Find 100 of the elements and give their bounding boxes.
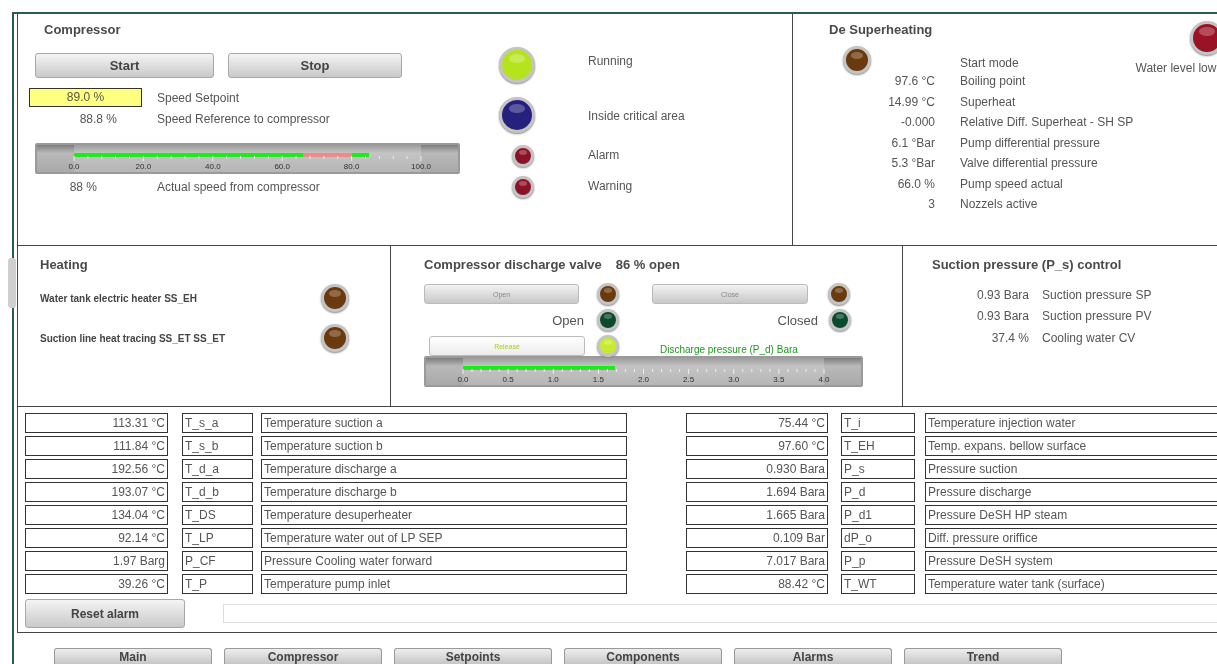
value-cell: 0.109 Bar <box>686 528 828 548</box>
tick-label: 0.5 <box>502 375 514 384</box>
reading-label: Pump differential pressure <box>960 135 1100 150</box>
indicator-label: Running <box>588 54 633 68</box>
reading-value: 6.1 °Bar <box>890 135 935 150</box>
tick-label: 80.0 <box>343 162 360 171</box>
message-field[interactable] <box>223 604 1217 623</box>
gauge-label: Discharge pressure (P_d) Bara <box>660 343 798 355</box>
tick-label: 2.5 <box>683 375 695 384</box>
tag-cell: P_d <box>841 482 915 502</box>
value-cell: 192.56 °C <box>25 459 168 479</box>
description-cell: Diff. pressure oriffice <box>925 528 1217 548</box>
description-cell: Temperature pump inlet <box>261 574 627 594</box>
section-title: Compressor <box>44 22 122 37</box>
reading-value: 3 <box>927 197 935 212</box>
state-label: Open <box>551 312 584 328</box>
nav-button[interactable]: Trend <box>904 648 1062 664</box>
description-cell: Pressure suction <box>925 459 1217 479</box>
tick-label: 1.0 <box>547 375 559 384</box>
tag-cell: T_d_a <box>182 459 253 479</box>
tag-cell: T_s_b <box>182 436 253 456</box>
value-cell: 92.14 °C <box>25 528 168 548</box>
tag-cell: T_EH <box>841 436 915 456</box>
tick-label: 2.0 <box>637 375 650 384</box>
tick-label: 0.0 <box>68 162 80 171</box>
reading-value: 14.99 °C <box>887 94 935 109</box>
nav-button[interactable]: Main <box>54 648 212 664</box>
description-cell: Temperature desuperheater <box>261 505 627 525</box>
field-label: Speed Setpoint <box>157 90 240 105</box>
indicator-label: Alarm <box>588 147 620 162</box>
reading-label: Boiling point <box>960 74 1026 89</box>
reading-label: Cooling water CV <box>1042 330 1136 345</box>
section-title: Compressor discharge valve <box>424 257 602 272</box>
nav-button[interactable]: Compressor <box>224 648 382 664</box>
value-cell: 0.930 Bara <box>686 459 828 479</box>
description-cell: Temperature discharge a <box>261 459 627 479</box>
description-cell: Pressure discharge <box>925 482 1217 502</box>
description-cell: Temperature water tank (surface) <box>925 574 1217 594</box>
nav-button[interactable]: Setpoints <box>394 648 552 664</box>
tick-label: 3.0 <box>728 375 740 384</box>
nav-button[interactable]: Components <box>564 648 722 664</box>
reading-value: 88.8 % <box>78 112 117 126</box>
value-cell: 7.017 Bara <box>686 551 828 571</box>
heater-label: Water tank electric heater SS_EH <box>40 292 198 304</box>
tag-cell: P_d1 <box>841 505 915 525</box>
reading-value: 97.6 °C <box>893 74 935 89</box>
description-cell: Pressure DeSH HP steam <box>925 505 1217 525</box>
value-cell: 39.26 °C <box>25 574 168 594</box>
tag-cell: P_p <box>841 551 915 571</box>
tick-label: 40.0 <box>205 162 221 171</box>
description-cell: Temperature suction b <box>261 436 627 456</box>
reading-label: Nozzels active <box>960 197 1038 212</box>
value-cell: 111.84 °C <box>25 436 168 456</box>
reading-label: Valve differential pressure <box>960 156 1098 171</box>
side-handle <box>8 258 16 308</box>
value-cell: 113.31 °C <box>25 413 168 433</box>
start-button[interactable]: Start <box>35 53 214 78</box>
value-cell: 1.97 Barg <box>25 551 168 571</box>
description-cell: Pressure Cooling water forward <box>261 551 627 571</box>
setpoint-field[interactable]: 89.0 % <box>29 88 142 107</box>
description-cell: Temperature water out of LP SEP <box>261 528 627 548</box>
value-cell: 1.665 Bara <box>686 505 828 525</box>
tick-label: 1.5 <box>592 375 604 384</box>
value-cell: 75.44 °C <box>686 413 828 433</box>
reading-label: Relative Diff. Superheat - SH SP <box>960 115 1134 130</box>
reading-value: -0.000 <box>899 115 935 130</box>
indicator-label: Warning <box>588 178 633 193</box>
reading-label: Pump speed actual <box>960 176 1063 191</box>
tag-cell: T_LP <box>182 528 253 548</box>
tag-cell: T_P <box>182 574 253 594</box>
description-cell: Temp. expans. bellow surface <box>925 436 1217 456</box>
reading-label: Superheat <box>960 94 1016 109</box>
tag-cell: P_CF <box>182 551 253 571</box>
nav-button[interactable]: Alarms <box>734 648 892 664</box>
reading-label: Suction pressure PV <box>1042 309 1152 324</box>
value-cell: 97.60 °C <box>686 436 828 456</box>
indicator-label: Start mode <box>960 55 1019 70</box>
indicator-label: Water level low <box>1135 60 1217 75</box>
tag-cell: T_d_b <box>182 482 253 502</box>
tag-cell: T_DS <box>182 505 253 525</box>
reading-value: 5.3 °Bar <box>890 156 935 171</box>
tag-cell: T_i <box>841 413 915 433</box>
tag-cell: T_WT <box>841 574 915 594</box>
reset-alarm-button[interactable]: Reset alarm <box>25 599 185 628</box>
reading-value: 66.0 % <box>896 176 935 191</box>
gauge-scale-icon <box>463 369 824 375</box>
description-cell: Temperature discharge b <box>261 482 627 502</box>
state-label: Closed <box>776 312 818 328</box>
reading-value: 88 % <box>68 180 97 194</box>
value-cell: 134.04 °C <box>25 505 168 525</box>
tick-label: 0.0 <box>457 375 469 384</box>
tick-label: 3.5 <box>773 375 785 384</box>
tag-cell: P_s <box>841 459 915 479</box>
reading-value: 0.93 Bara <box>975 287 1029 302</box>
tick-label: 4.0 <box>818 375 830 384</box>
tick-label: 20.0 <box>135 162 152 171</box>
value-cell: 88.42 °C <box>686 574 828 594</box>
reading-value: 0.93 Bara <box>975 309 1029 324</box>
value-cell: 1.694 Bara <box>686 482 828 502</box>
stop-button[interactable]: Stop <box>228 53 402 78</box>
